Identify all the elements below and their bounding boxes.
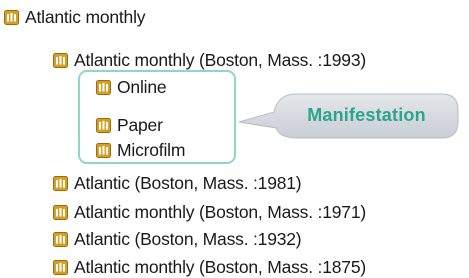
manifestation-node-online[interactable]: Online	[96, 76, 167, 98]
book-stack-icon	[96, 79, 111, 95]
book-stack-icon	[96, 117, 111, 133]
manifestation-node-microfilm[interactable]: Microfilm	[96, 139, 185, 161]
book-stack-icon	[4, 9, 19, 25]
callout-label: Manifestation	[307, 104, 426, 125]
tree-child-node[interactable]: Atlantic monthly (Boston, Mass. :1971)	[53, 201, 366, 223]
book-stack-icon	[53, 259, 68, 275]
tree-node-label: Atlantic (Boston, Mass. :1932)	[74, 229, 302, 249]
tree-root-node[interactable]: Atlantic monthly	[4, 6, 146, 28]
tree-node-label: Atlantic monthly (Boston, Mass. :1875)	[74, 257, 366, 277]
tree-child-node[interactable]: Atlantic (Boston, Mass. :1932)	[53, 228, 302, 250]
book-stack-icon	[53, 175, 68, 191]
book-stack-icon	[96, 142, 111, 158]
manifestation-node-paper[interactable]: Paper	[96, 114, 163, 136]
book-stack-icon	[53, 231, 68, 247]
tree-node-label: Microfilm	[117, 140, 186, 160]
tree-node-label: Atlantic monthly (Boston, Mass. :1993)	[74, 50, 366, 70]
book-stack-icon	[53, 52, 68, 68]
tree-node-label: Atlantic monthly (Boston, Mass. :1971)	[74, 202, 366, 222]
tree-node-label: Online	[117, 77, 167, 97]
tree-child-node[interactable]: Atlantic (Boston, Mass. :1981)	[53, 172, 302, 194]
tree-child-node[interactable]: Atlantic monthly (Boston, Mass. :1875)	[53, 256, 366, 278]
tree-node-label: Atlantic monthly	[25, 7, 146, 27]
tree-node-label: Paper	[117, 115, 163, 135]
manifestation-callout: Manifestation	[238, 92, 460, 148]
book-stack-icon	[53, 204, 68, 220]
tree-node-label: Atlantic (Boston, Mass. :1981)	[74, 173, 302, 193]
tree-child-node[interactable]: Atlantic monthly (Boston, Mass. :1993)	[53, 49, 366, 71]
